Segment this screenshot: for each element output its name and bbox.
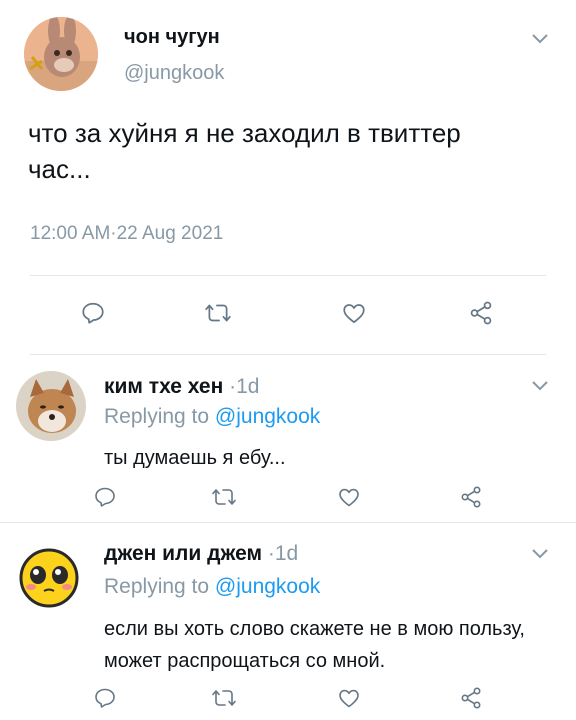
main-reply-button[interactable] [80, 300, 106, 326]
emoji-avatar-image [16, 545, 82, 611]
share-icon [470, 301, 492, 325]
reply2-more-button[interactable] [530, 547, 550, 566]
chevron-down-icon [532, 381, 548, 391]
reply-icon [82, 302, 104, 324]
main-timestamp[interactable]: 12:00 AM·22 Aug 2021 [30, 223, 223, 245]
main-avatar[interactable] [24, 17, 98, 91]
divider-top [30, 275, 546, 276]
main-display-name[interactable]: чон чугун [124, 26, 220, 49]
reply1-text: ты думаешь я ебу... [104, 447, 286, 469]
like-icon [339, 488, 359, 507]
divider-main-end [30, 354, 546, 355]
reply1-avatar[interactable] [16, 371, 86, 441]
main-handle[interactable]: @jungkook [124, 62, 224, 85]
reply1-more-button[interactable] [530, 379, 550, 398]
main-like-button[interactable] [341, 300, 367, 326]
main-time[interactable]: 12:00 AM [30, 223, 110, 244]
chevron-down-icon [532, 549, 548, 559]
reply2-replying-prefix: Replying to [104, 575, 210, 598]
main-tweet-text: что за хуйня я не заходил в твиттер час.… [28, 118, 461, 184]
main-retweet-button[interactable] [204, 300, 232, 326]
reply2-text: если вы хоть слово скажете не в мою поль… [104, 618, 525, 672]
divider-reply1-end [0, 522, 576, 523]
reply2-age[interactable]: ·1d [268, 542, 298, 565]
reply1-replying-prefix: Replying to [104, 405, 210, 428]
reply2-retweet-button[interactable] [211, 686, 237, 710]
reply2-like-button[interactable] [337, 686, 361, 710]
reply2-reply-button[interactable] [93, 686, 117, 710]
reply1-share-button[interactable] [459, 485, 483, 509]
reply-icon [95, 688, 115, 708]
reply1-display-name[interactable]: ким тхе хен [104, 375, 223, 398]
reply1-replying-handle[interactable]: @jungkook [215, 405, 320, 428]
reply2-header: джен или джем ·1d [104, 542, 298, 566]
rabbit-avatar-image [24, 17, 98, 91]
reply2-replying-handle[interactable]: @jungkook [215, 575, 320, 598]
reply1-reply-button[interactable] [93, 485, 117, 509]
retweet-icon [212, 690, 236, 706]
like-icon [343, 304, 365, 324]
reply2-display-name[interactable]: джен или джем [104, 542, 262, 565]
reply2-replying-to: Replying to @jungkook [104, 575, 320, 599]
retweet-icon [205, 304, 231, 322]
dog-avatar-image [16, 371, 86, 441]
like-icon [339, 689, 359, 708]
main-share-button[interactable] [468, 300, 494, 326]
chevron-down-icon [532, 34, 548, 44]
main-more-button[interactable] [530, 32, 550, 51]
reply1-header: ким тхе хен ·1d [104, 375, 259, 399]
reply1-age[interactable]: ·1d [229, 375, 259, 398]
main-date[interactable]: 22 Aug 2021 [117, 223, 224, 244]
reply2-avatar[interactable] [16, 545, 82, 611]
share-icon [461, 486, 481, 508]
retweet-icon [212, 489, 236, 505]
reply1-retweet-button[interactable] [211, 485, 237, 509]
reply2-share-button[interactable] [459, 686, 483, 710]
reply-icon [95, 487, 115, 507]
share-icon [461, 687, 481, 709]
reply1-like-button[interactable] [337, 485, 361, 509]
reply1-replying-to: Replying to @jungkook [104, 405, 320, 429]
